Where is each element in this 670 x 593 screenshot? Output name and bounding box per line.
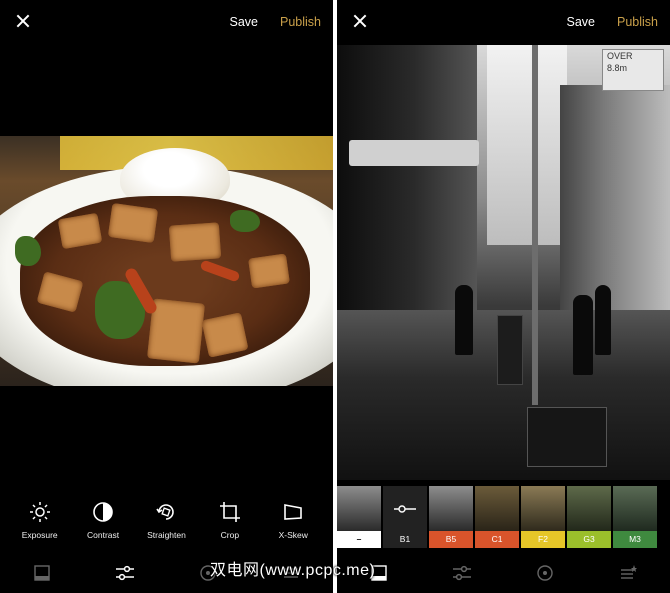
filter-thumbnail bbox=[429, 486, 473, 531]
filter-label: M3 bbox=[613, 531, 657, 548]
recipes-icon[interactable] bbox=[608, 558, 648, 588]
save-button[interactable]: Save bbox=[230, 15, 259, 29]
sliders-icon[interactable] bbox=[105, 558, 145, 588]
photo-preview: OVER 8.8m bbox=[337, 45, 670, 480]
bottom-nav bbox=[337, 553, 670, 593]
sign-line: 8.8m bbox=[607, 63, 628, 73]
tool-label: Contrast bbox=[87, 530, 120, 540]
tool-contrast[interactable]: Contrast bbox=[73, 500, 133, 542]
tool-straighten[interactable]: Straighten bbox=[136, 500, 196, 542]
sky bbox=[487, 45, 567, 245]
crop-icon bbox=[200, 500, 260, 524]
filter-label: C1 bbox=[475, 531, 519, 548]
filter-none[interactable]: – bbox=[337, 486, 381, 548]
tofu-piece bbox=[168, 222, 222, 262]
publish-button[interactable]: Publish bbox=[617, 15, 658, 29]
filter-thumbnail bbox=[567, 486, 611, 531]
rubbish-bin bbox=[497, 315, 523, 385]
tool-label: X-Skew bbox=[278, 530, 308, 540]
filter-thumbnail bbox=[475, 486, 519, 531]
top-bar: Save Publish bbox=[337, 0, 670, 44]
filter-f2[interactable]: F2 bbox=[521, 486, 565, 548]
contrast-icon bbox=[73, 500, 133, 524]
filter-g3[interactable]: G3 bbox=[567, 486, 611, 548]
slider-icon bbox=[394, 504, 416, 513]
tofu-piece bbox=[248, 253, 290, 289]
pedestrian bbox=[595, 285, 611, 355]
filter-b5[interactable]: B5 bbox=[429, 486, 473, 548]
skew-icon bbox=[263, 500, 323, 524]
clearance-sign: OVER 8.8m bbox=[602, 49, 664, 91]
filter-label: G3 bbox=[567, 531, 611, 548]
filter-thumbnail bbox=[383, 486, 427, 531]
sun-icon bbox=[10, 500, 70, 524]
pedestrian bbox=[573, 295, 593, 375]
save-button[interactable]: Save bbox=[567, 15, 596, 29]
tofu-piece bbox=[201, 312, 249, 358]
watermark-text: 双电网(www.pcpc.me) bbox=[210, 562, 376, 579]
filter-c1[interactable]: C1 bbox=[475, 486, 519, 548]
adjust-tools: Exposure Contrast Straighten Crop X-Skew bbox=[0, 500, 333, 542]
filter-strip: – B1 B5 C1 F2 G3 M3 bbox=[337, 486, 670, 548]
tool-label: Crop bbox=[220, 530, 240, 540]
rubbish-bin bbox=[527, 407, 607, 467]
filter-label: B1 bbox=[383, 531, 427, 548]
photo-preview bbox=[0, 136, 333, 386]
filter-b1[interactable]: B1 bbox=[383, 486, 427, 548]
close-icon[interactable] bbox=[351, 12, 369, 30]
filter-thumbnail bbox=[613, 486, 657, 531]
filter-label: F2 bbox=[521, 531, 565, 548]
sign-line: OVER bbox=[607, 51, 633, 61]
tool-exposure[interactable]: Exposure bbox=[10, 500, 70, 542]
top-bar: Save Publish bbox=[0, 0, 333, 44]
presets-icon[interactable] bbox=[22, 558, 62, 588]
editor-screen-filters: Save Publish OVER 8.8m – B1 B5 C1 F2 G3 … bbox=[337, 0, 670, 593]
filter-label: – bbox=[337, 531, 381, 548]
history-icon[interactable] bbox=[525, 558, 565, 588]
broccoli bbox=[15, 236, 41, 266]
broccoli bbox=[230, 210, 260, 232]
pedestrian bbox=[455, 285, 473, 355]
filter-thumbnail bbox=[337, 486, 381, 531]
publish-button[interactable]: Publish bbox=[280, 15, 321, 29]
sliders-icon[interactable] bbox=[442, 558, 482, 588]
shop-sign bbox=[349, 140, 479, 166]
rotate-icon bbox=[136, 500, 196, 524]
editor-screen-tools: Save Publish Exposure Contrast Straighte… bbox=[0, 0, 333, 593]
filter-m3[interactable]: M3 bbox=[613, 486, 657, 548]
tool-crop[interactable]: Crop bbox=[200, 500, 260, 542]
tool-label: Straighten bbox=[147, 530, 186, 540]
filter-label: B5 bbox=[429, 531, 473, 548]
app-comparison: Save Publish Exposure Contrast Straighte… bbox=[0, 0, 670, 593]
tool-x-skew[interactable]: X-Skew bbox=[263, 500, 323, 542]
close-icon[interactable] bbox=[14, 12, 32, 30]
tool-label: Exposure bbox=[21, 530, 58, 540]
tofu-piece bbox=[107, 202, 159, 244]
filter-thumbnail bbox=[521, 486, 565, 531]
street-pole bbox=[532, 45, 538, 405]
